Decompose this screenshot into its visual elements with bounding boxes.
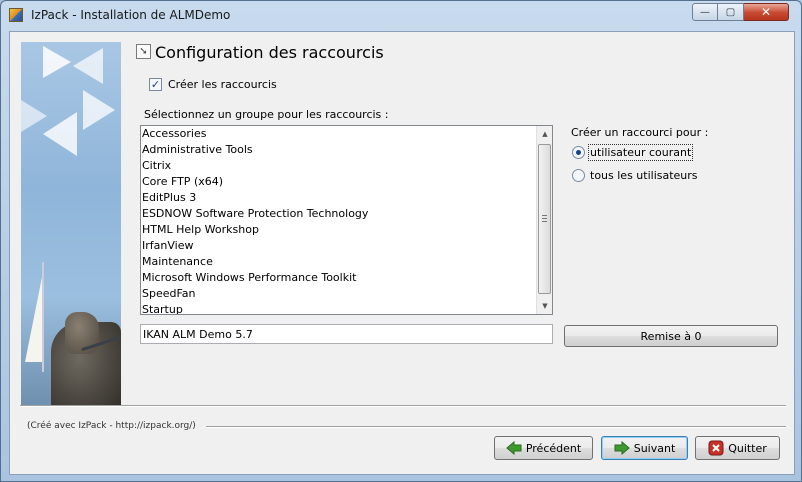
triangle-decoration	[73, 48, 103, 84]
program-group-items: Accessories Administrative Tools Citrix Cor…	[141, 126, 537, 314]
next-button[interactable]: Suivant	[601, 436, 688, 460]
window-title: IzPack - Installation de ALMDemo	[31, 8, 231, 22]
radio-button[interactable]	[572, 146, 585, 159]
list-item[interactable]: Microsoft Windows Performance Toolkit	[141, 270, 537, 286]
triangle-decoration	[43, 112, 77, 156]
reset-button[interactable]: Remise à 0	[564, 325, 778, 347]
radio-current-user-label: utilisateur courant	[587, 144, 694, 161]
checkbox-box[interactable]: ✓	[149, 78, 162, 91]
red-x-icon	[708, 440, 724, 456]
scroll-up-button[interactable]: ▲	[537, 126, 552, 142]
list-scrollbar[interactable]: ▲ ▼	[536, 126, 552, 314]
triangle-decoration	[83, 90, 115, 130]
list-item[interactable]: Maintenance	[141, 254, 537, 270]
previous-button[interactable]: Précédent	[494, 436, 593, 460]
radio-button[interactable]	[572, 169, 585, 182]
create-shortcuts-label: Créer les raccourcis	[168, 78, 277, 91]
izpack-app-icon	[9, 8, 23, 22]
previous-button-label: Précédent	[525, 441, 582, 455]
sailboat-sail	[25, 272, 43, 362]
group-name-input[interactable]	[140, 324, 553, 344]
radio-all-users-label: tous les utilisateurs	[590, 169, 698, 182]
side-banner-image	[21, 42, 121, 406]
title-bar[interactable]: IzPack - Installation de ALMDemo — ▢ ✕	[1, 1, 801, 29]
scroll-thumb[interactable]	[538, 144, 551, 294]
quit-button-label: Quitter	[728, 441, 767, 455]
installer-panel: ➘ Configuration des raccourcis ✓ Créer l…	[9, 31, 795, 475]
create-shortcuts-checkbox[interactable]: ✓ Créer les raccourcis	[149, 78, 277, 91]
quit-button[interactable]: Quitter	[695, 436, 780, 460]
close-button[interactable]: ✕	[744, 3, 789, 21]
green-arrow-right-icon	[614, 440, 630, 456]
shortcut-for-label: Créer un raccourci pour :	[571, 126, 709, 139]
next-button-label: Suivant	[633, 441, 676, 455]
footer-divider	[206, 426, 786, 428]
program-group-list[interactable]: Accessories Administrative Tools Citrix Cor…	[140, 125, 553, 315]
list-item[interactable]: HTML Help Workshop	[141, 222, 537, 238]
panel-arrow-icon: ➘	[136, 44, 151, 59]
green-arrow-left-icon	[506, 440, 522, 456]
list-item[interactable]: Accessories	[141, 126, 537, 142]
list-item[interactable]: EditPlus 3	[141, 190, 537, 206]
scroll-grip	[542, 215, 547, 222]
list-item[interactable]: Startup	[141, 302, 537, 314]
maximize-button[interactable]: ▢	[718, 3, 744, 21]
list-item[interactable]: Citrix	[141, 158, 537, 174]
installer-window: IzPack - Installation de ALMDemo — ▢ ✕ ➘…	[0, 0, 802, 482]
izpack-credit: (Créé avec IzPack - http://izpack.org/)	[27, 421, 200, 431]
scroll-down-button[interactable]: ▼	[537, 298, 552, 314]
list-item[interactable]: Administrative Tools	[141, 142, 537, 158]
list-item[interactable]: Core FTP (x64)	[141, 174, 537, 190]
sailboat-mast	[42, 262, 44, 372]
page-title: Configuration des raccourcis	[155, 43, 384, 62]
list-item[interactable]: SpeedFan	[141, 286, 537, 302]
radio-all-users[interactable]: tous les utilisateurs	[572, 169, 698, 182]
list-item[interactable]: IrfanView	[141, 238, 537, 254]
radio-current-user[interactable]: utilisateur courant	[572, 144, 694, 161]
triangle-decoration	[43, 46, 71, 78]
group-select-label: Sélectionnez un groupe pour les raccourc…	[144, 108, 389, 121]
divider	[20, 405, 786, 407]
list-item[interactable]: ESDNOW Software Protection Technology	[141, 206, 537, 222]
minimize-button[interactable]: —	[692, 3, 718, 21]
